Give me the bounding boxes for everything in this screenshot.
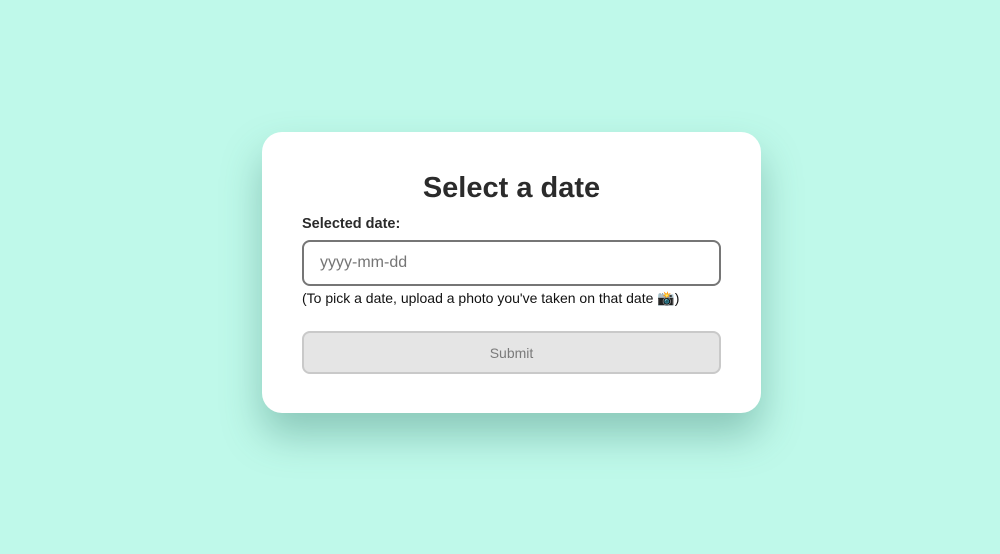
submit-button[interactable]: Submit [302,331,721,374]
page-title: Select a date [422,172,601,204]
upload-hint: (To pick a date, upload a photo you've t… [302,290,680,306]
date-picker-card: Select a date Selected date: (To pick a … [262,132,761,413]
date-input[interactable] [302,240,721,286]
date-field-label: Selected date: [302,216,401,232]
